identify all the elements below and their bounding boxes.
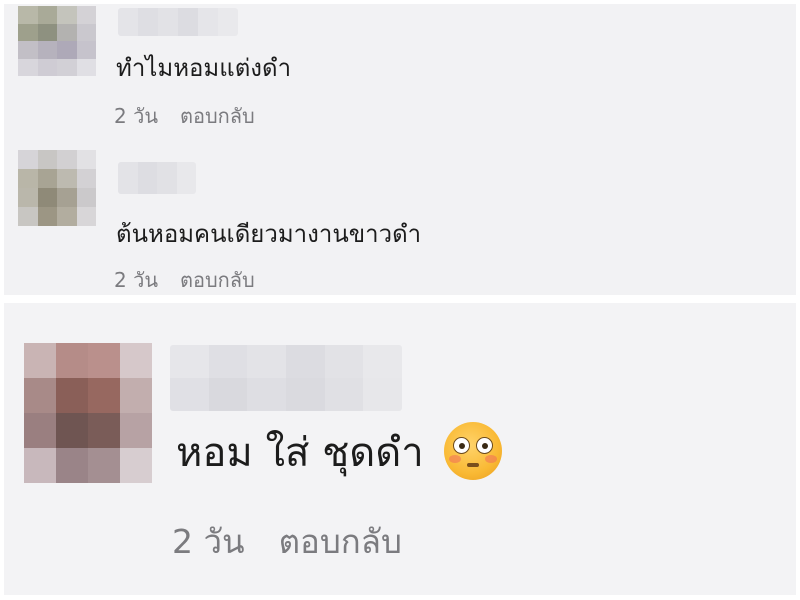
screenshot-collage: ทำไมหอมแต่งดำ 2 วัน ตอบกลับ ต้นหอมคนเดีย… xyxy=(0,0,800,600)
avatar[interactable] xyxy=(24,343,152,483)
comments-panel-bottom: หอม ใส่ ชุดดำ 2 วัน ตอบกลับ xyxy=(4,303,796,595)
username-blurred[interactable] xyxy=(118,162,196,194)
comment-meta: 2 วัน ตอบกลับ xyxy=(172,515,402,568)
comment-time: 2 วัน xyxy=(172,522,245,561)
comment-text-content: หอม ใส่ ชุดดำ xyxy=(176,430,424,476)
reply-link[interactable]: ตอบกลับ xyxy=(279,515,402,568)
comment-meta: 2 วัน ตอบกลับ xyxy=(114,264,255,295)
username-blurred[interactable] xyxy=(170,345,402,411)
comment-time: 2 วัน xyxy=(114,268,158,292)
comment-text: ต้นหอมคนเดียวมางานขาวดำ xyxy=(116,220,422,248)
avatar[interactable] xyxy=(18,150,96,226)
avatar[interactable] xyxy=(18,6,96,76)
comment-text: หอม ใส่ ชุดดำ xyxy=(176,422,503,484)
comment-meta: 2 วัน ตอบกลับ xyxy=(114,100,255,132)
reply-link[interactable]: ตอบกลับ xyxy=(180,100,255,132)
comments-panel-top: ทำไมหอมแต่งดำ 2 วัน ตอบกลับ ต้นหอมคนเดีย… xyxy=(4,4,796,295)
username-blurred[interactable] xyxy=(118,8,238,36)
flushed-face-icon xyxy=(444,422,503,480)
comment-text: ทำไมหอมแต่งดำ xyxy=(116,54,292,82)
comment-time: 2 วัน xyxy=(114,104,158,128)
reply-link[interactable]: ตอบกลับ xyxy=(180,264,255,295)
